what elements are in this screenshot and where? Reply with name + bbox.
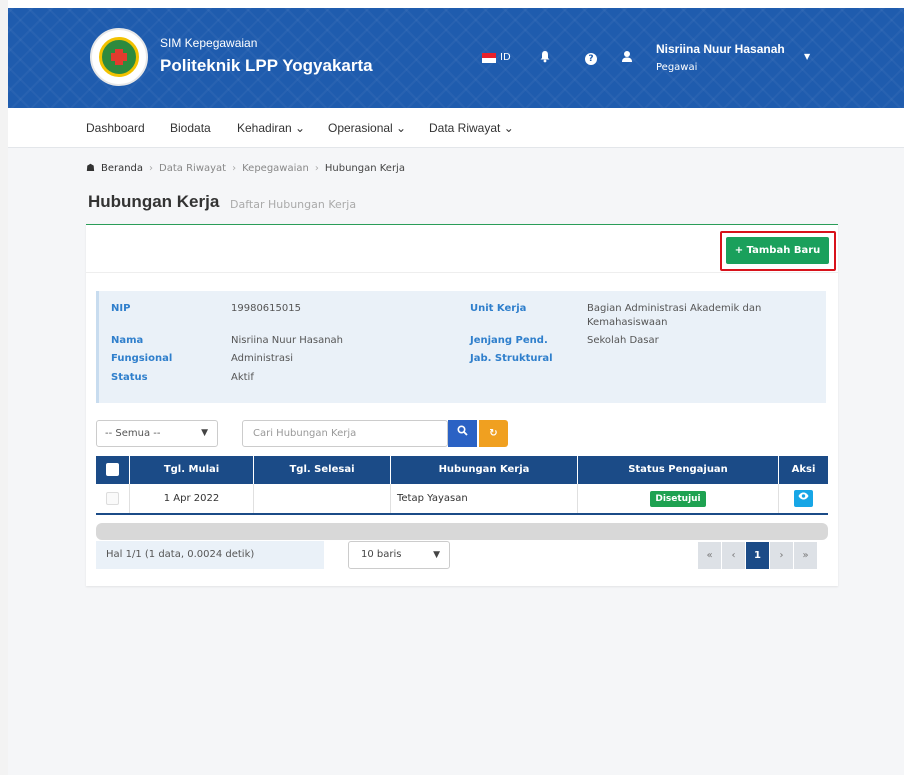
fungsional-value: Administrasi xyxy=(231,353,294,364)
logo-emblem xyxy=(99,37,139,77)
flag-icon xyxy=(482,52,496,63)
app-title[interactable]: Politeknik LPP Yogyakarta xyxy=(160,56,373,76)
language-label: ID xyxy=(500,52,511,63)
pagination-info: Hal 1/1 (1 data, 0.0024 detik) xyxy=(96,541,324,569)
cell-status: Disetujui xyxy=(578,484,779,513)
left-edge-strip xyxy=(0,0,8,775)
unit-kerja-value: Bagian Administrasi Akademik dan xyxy=(587,303,762,314)
breadcrumb: ☗ Beranda › Data Riwayat › Kepegawaian ›… xyxy=(86,163,405,174)
status-filter-select[interactable]: -- Semua -- ▼ xyxy=(96,420,218,447)
add-new-button[interactable]: + Tambah Baru xyxy=(726,237,829,264)
institution-logo[interactable] xyxy=(90,28,148,86)
user-name[interactable]: Nisriina Nuur Hasanah xyxy=(656,42,785,56)
user-role: Pegawai xyxy=(656,62,698,73)
card-header: + Tambah Baru xyxy=(86,225,838,273)
breadcrumb-separator: › xyxy=(232,163,237,174)
search-input[interactable]: Cari Hubungan Kerja xyxy=(242,420,448,447)
breadcrumb-data-riwayat[interactable]: Data Riwayat xyxy=(159,163,226,174)
status-filter-value: -- Semua -- xyxy=(105,428,161,439)
nav-operasional[interactable]: Operasional ⌄ xyxy=(328,121,406,135)
status-badge: Disetujui xyxy=(650,491,706,507)
rows-per-page-value: 10 baris xyxy=(361,549,402,560)
unit-kerja-value-line2: Kemahasiswaan xyxy=(587,317,668,328)
nav-data-riwayat[interactable]: Data Riwayat ⌄ xyxy=(429,121,514,135)
rows-per-page-select[interactable]: 10 baris ▼ xyxy=(348,541,450,569)
nav-dashboard[interactable]: Dashboard xyxy=(86,121,145,135)
fungsional-label: Fungsional xyxy=(111,353,173,364)
content-card: + Tambah Baru NIP 19980615015 Nama Nisri… xyxy=(86,224,838,586)
logo-cross-horizontal xyxy=(111,53,127,61)
first-page-button[interactable]: « xyxy=(698,542,721,569)
employee-info-panel: NIP 19980615015 Nama Nisriina Nuur Hasan… xyxy=(96,291,826,403)
refresh-icon: ↻ xyxy=(489,428,498,439)
table-row: 1 Apr 2022 Tetap Yayasan Disetujui xyxy=(96,484,828,515)
table-header: Tgl. Mulai Tgl. Selesai Hubungan Kerja S… xyxy=(96,456,828,484)
breadcrumb-separator: › xyxy=(149,163,154,174)
cell-hubungan-kerja: Tetap Yayasan xyxy=(391,484,578,513)
nav-kehadiran[interactable]: Kehadiran ⌄ xyxy=(237,121,305,135)
app-page: SIM Kepegawaian Politeknik LPP Yogyakart… xyxy=(8,8,904,775)
chevron-down-icon: ▼ xyxy=(433,550,440,560)
row-checkbox[interactable] xyxy=(96,484,130,513)
col-tgl-mulai[interactable]: Tgl. Mulai xyxy=(130,456,254,484)
eye-icon xyxy=(798,492,809,499)
col-hubungan-kerja[interactable]: Hubungan Kerja xyxy=(391,456,578,484)
select-all-checkbox[interactable] xyxy=(96,456,130,484)
col-aksi: Aksi xyxy=(791,464,816,475)
jab-struktural-label: Jab. Struktural xyxy=(470,353,553,364)
nip-label: NIP xyxy=(111,303,131,314)
search-icon xyxy=(457,425,468,436)
app-subtitle: SIM Kepegawaian xyxy=(160,36,258,50)
main-nav: Dashboard Biodata Kehadiran ⌄ Operasiona… xyxy=(8,108,904,148)
unit-kerja-label: Unit Kerja xyxy=(470,303,527,314)
horizontal-scrollbar[interactable] xyxy=(96,523,828,540)
page-title: Hubungan Kerja xyxy=(88,192,220,211)
pagination: « ‹ 1 › » xyxy=(698,542,818,569)
prev-page-button[interactable]: ‹ xyxy=(722,542,745,569)
help-icon[interactable]: ? xyxy=(584,50,598,65)
cell-aksi xyxy=(779,484,828,513)
bell-icon[interactable] xyxy=(538,50,552,64)
col-tgl-selesai[interactable]: Tgl. Selesai xyxy=(254,456,391,484)
jenjang-label: Jenjang Pend. xyxy=(470,335,548,346)
top-header: SIM Kepegawaian Politeknik LPP Yogyakart… xyxy=(8,8,904,108)
breadcrumb-kepegawaian[interactable]: Kepegawaian xyxy=(242,163,309,174)
user-icon[interactable] xyxy=(620,50,634,64)
nama-label: Nama xyxy=(111,335,144,346)
view-button[interactable] xyxy=(794,489,813,507)
nip-value: 19980615015 xyxy=(231,303,301,314)
current-page-button[interactable]: 1 xyxy=(746,542,769,569)
next-page-button[interactable]: › xyxy=(770,542,793,569)
last-page-button[interactable]: » xyxy=(794,542,817,569)
page-subtitle: Daftar Hubungan Kerja xyxy=(230,198,357,211)
col-status-pengajuan[interactable]: Status Pengajuan xyxy=(578,456,779,484)
status-value: Aktif xyxy=(231,372,254,383)
chevron-down-icon: ▼ xyxy=(201,428,208,438)
home-icon: ☗ xyxy=(86,163,95,174)
reset-button[interactable]: ↻ xyxy=(479,420,508,447)
breadcrumb-separator: › xyxy=(314,163,319,174)
status-label: Status xyxy=(111,372,148,383)
cell-tgl-mulai: 1 Apr 2022 xyxy=(130,484,254,513)
nama-value: Nisriina Nuur Hasanah xyxy=(231,335,344,346)
breadcrumb-home[interactable]: Beranda xyxy=(101,163,143,174)
chevron-down-icon[interactable]: ▼ xyxy=(804,52,810,61)
jenjang-value: Sekolah Dasar xyxy=(587,335,659,346)
language-switcher[interactable]: ID xyxy=(482,52,511,63)
cell-tgl-selesai xyxy=(254,484,391,513)
breadcrumb-current: Hubungan Kerja xyxy=(324,163,405,174)
search-button[interactable] xyxy=(448,420,477,447)
nav-biodata[interactable]: Biodata xyxy=(170,121,211,135)
